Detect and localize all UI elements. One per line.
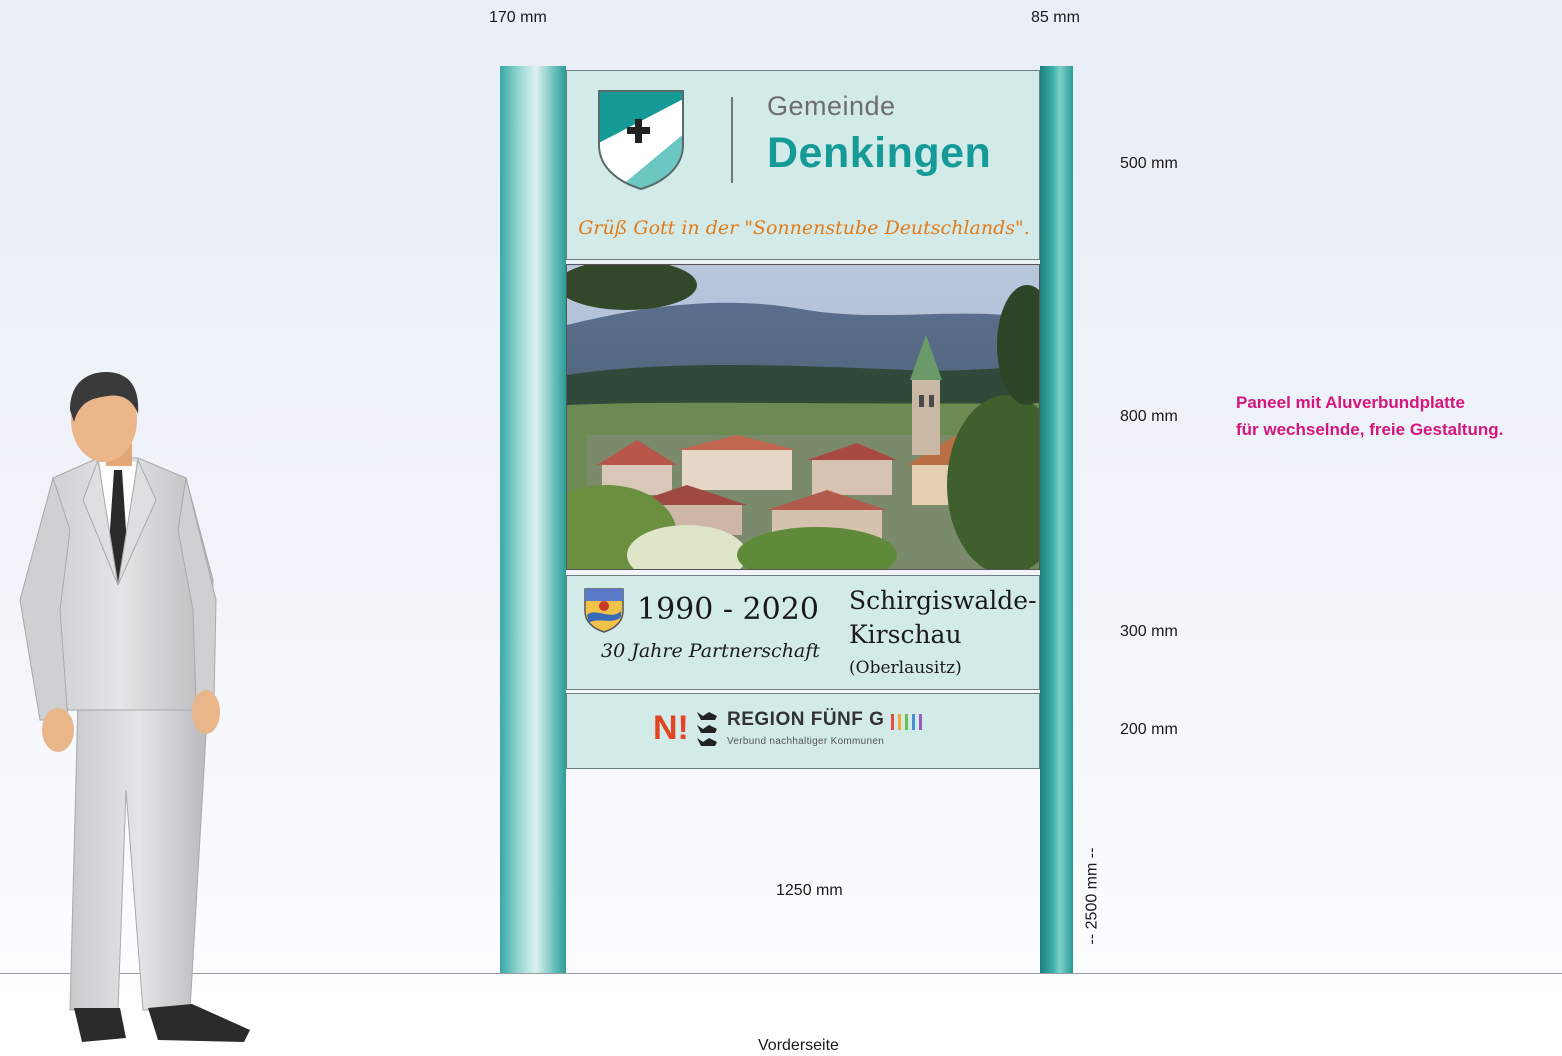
region-n-logo: N! <box>653 709 689 747</box>
partner-town-crest-icon <box>584 588 624 633</box>
header-divider <box>731 97 733 183</box>
partner-town-region: (Oberlausitz) <box>849 658 962 678</box>
left-post <box>500 66 566 973</box>
dimension-top-panel-height: 500 mm <box>1120 155 1178 172</box>
partner-town-line-2: Kirschau <box>849 620 962 649</box>
municipality-name: Denkingen <box>767 129 992 177</box>
partner-town-line-1: Schirgiswalde- <box>849 586 1037 615</box>
landscape-photo-panel <box>566 264 1040 570</box>
region-tagline: Verbund nachhaltiger Kommunen <box>727 736 885 747</box>
rainbow-bars-icon <box>891 714 922 730</box>
annotation-line-1: Paneel mit Aluverbundplatte <box>1236 393 1465 412</box>
partnership-years: 1990 - 2020 <box>637 592 819 627</box>
dimension-region-panel-height: 200 mm <box>1120 721 1178 738</box>
dimension-left-post-width: 170 mm <box>489 9 547 26</box>
person-scale-figure <box>19 372 250 1042</box>
header-panel: Gemeinde Denkingen Grüß Gott in der "Son… <box>566 70 1040 260</box>
annotation-line-2: für wechselnde, freie Gestaltung. <box>1236 420 1504 439</box>
caption-front-side: Vorderseite <box>758 1037 839 1054</box>
right-post <box>1040 66 1073 973</box>
region-panel: N! REGION FÜNF G Verbund nachhaltiger Ko… <box>566 693 1040 769</box>
greeting-text: Grüß Gott in der "Sonnenstube Deutschlan… <box>578 217 1030 239</box>
municipality-label: Gemeinde <box>767 91 896 121</box>
municipal-shield-icon <box>598 90 684 191</box>
dimension-photo-panel-height: 800 mm <box>1120 408 1178 425</box>
region-name: REGION FÜNF G <box>727 709 885 730</box>
dimension-partner-panel-height: 300 mm <box>1120 623 1178 640</box>
village-landscape-image <box>567 265 1039 569</box>
dimension-right-post-width: 85 mm <box>1031 9 1080 26</box>
partnership-subtitle: 30 Jahre Partnerschaft <box>601 640 820 662</box>
region-lions-icon <box>697 712 717 746</box>
partnership-panel: 1990 - 2020 30 Jahre Partnerschaft Schir… <box>566 575 1040 690</box>
dimension-total-height: -- 2500 mm -- <box>1083 847 1101 945</box>
dimension-panel-width: 1250 mm <box>776 882 843 899</box>
